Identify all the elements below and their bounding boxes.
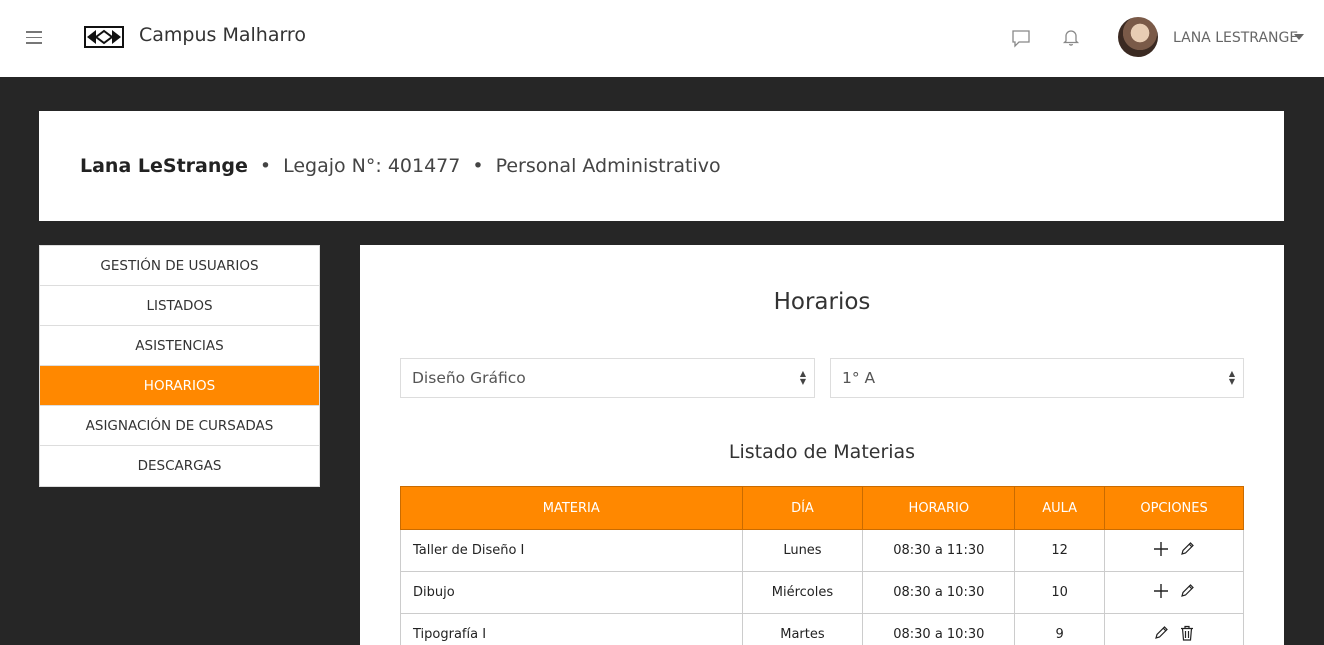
sidebar-item-horarios[interactable]: HORARIOS xyxy=(40,366,319,406)
list-title: Listado de Materias xyxy=(728,441,916,463)
cell-materia: Dibujo xyxy=(400,571,743,614)
cell-dia: Miércoles xyxy=(741,571,864,614)
user-menu-label[interactable]: LANA LESTRANGE xyxy=(1173,30,1298,46)
message-icon[interactable] xyxy=(1010,27,1032,49)
column-header-dia[interactable]: DÍA xyxy=(741,486,864,530)
chevron-down-icon[interactable] xyxy=(1294,34,1304,40)
table-row: Taller de Diseño I Lunes 08:30 a 11:30 1… xyxy=(400,529,1244,572)
career-select[interactable]: Diseño Gráfico ▲ ▼ xyxy=(400,358,815,398)
add-icon[interactable] xyxy=(1152,540,1170,558)
profile-role: Personal Administrativo xyxy=(495,155,721,177)
cell-aula: 9 xyxy=(1014,613,1106,645)
table-row: Dibujo Miércoles 08:30 a 10:30 10 xyxy=(400,571,1244,614)
profile-legajo: Legajo N°: 401477 xyxy=(283,155,461,177)
career-select-value: Diseño Gráfico xyxy=(412,369,526,387)
edit-icon[interactable] xyxy=(1152,624,1170,642)
column-header-aula[interactable]: AULA xyxy=(1014,486,1106,530)
bell-icon[interactable] xyxy=(1060,26,1082,48)
year-select-value: 1° A xyxy=(842,369,876,387)
separator-dot: • xyxy=(259,155,272,177)
cell-opciones xyxy=(1104,571,1244,614)
profile-name: Lana LeStrange xyxy=(80,155,248,177)
cell-horario: 08:30 a 10:30 xyxy=(862,571,1016,614)
table-header-row: MATERIA DÍA HORARIO AULA OPCIONES xyxy=(400,486,1244,530)
materias-table: MATERIA DÍA HORARIO AULA OPCIONES Taller… xyxy=(400,486,1244,645)
sidebar-item-listados[interactable]: LISTADOS xyxy=(40,286,319,326)
cell-opciones xyxy=(1104,529,1244,572)
brand-title[interactable]: Campus Malharro xyxy=(139,24,306,46)
sidebar-menu: GESTIÓN DE USUARIOS LISTADOS ASISTENCIAS… xyxy=(39,245,320,487)
cell-materia: Tipografía I xyxy=(400,613,743,645)
main-panel: Horarios Diseño Gráfico ▲ ▼ 1° A ▲ ▼ Lista… xyxy=(360,245,1284,645)
edit-icon[interactable] xyxy=(1178,582,1196,600)
column-header-materia[interactable]: MATERIA xyxy=(400,486,743,530)
profile-card: Lana LeStrange • Legajo N°: 401477 • Persona… xyxy=(39,111,1284,221)
cell-dia: Lunes xyxy=(741,529,864,572)
edit-icon[interactable] xyxy=(1178,540,1196,558)
select-arrows-icon: ▲ ▼ xyxy=(799,369,806,386)
cell-aula: 12 xyxy=(1014,529,1106,572)
add-icon[interactable] xyxy=(1152,582,1170,600)
campus-logo[interactable] xyxy=(84,26,124,48)
sidebar-item-asignacion-cursadas[interactable]: ASIGNACIÓN DE CURSADAS xyxy=(40,406,319,446)
page-title: Horarios xyxy=(773,289,871,315)
profile-summary: Lana LeStrange • Legajo N°: 401477 • Persona… xyxy=(80,155,721,177)
trash-icon[interactable] xyxy=(1178,624,1196,642)
cell-opciones xyxy=(1104,613,1244,645)
sidebar-item-descargas[interactable]: DESCARGAS xyxy=(40,446,319,486)
sidebar-item-gestion-usuarios[interactable]: GESTIÓN DE USUARIOS xyxy=(40,246,319,286)
cell-materia: Taller de Diseño I xyxy=(400,529,743,572)
column-header-opciones: OPCIONES xyxy=(1104,486,1244,530)
sidebar-item-asistencias[interactable]: ASISTENCIAS xyxy=(40,326,319,366)
table-row: Tipografía I Martes 08:30 a 10:30 9 xyxy=(400,613,1244,645)
cell-dia: Martes xyxy=(741,613,864,645)
separator-dot: • xyxy=(472,155,484,177)
cell-horario: 08:30 a 11:30 xyxy=(862,529,1016,572)
select-arrows-icon: ▲ ▼ xyxy=(1228,369,1235,386)
top-navbar: Campus Malharro LANA LESTRANGE xyxy=(0,0,1324,77)
cell-aula: 10 xyxy=(1014,571,1106,614)
menu-icon[interactable] xyxy=(26,31,42,44)
year-select[interactable]: 1° A ▲ ▼ xyxy=(830,358,1244,398)
cell-horario: 08:30 a 10:30 xyxy=(862,613,1016,645)
avatar[interactable] xyxy=(1118,17,1158,57)
column-header-horario[interactable]: HORARIO xyxy=(862,486,1016,530)
